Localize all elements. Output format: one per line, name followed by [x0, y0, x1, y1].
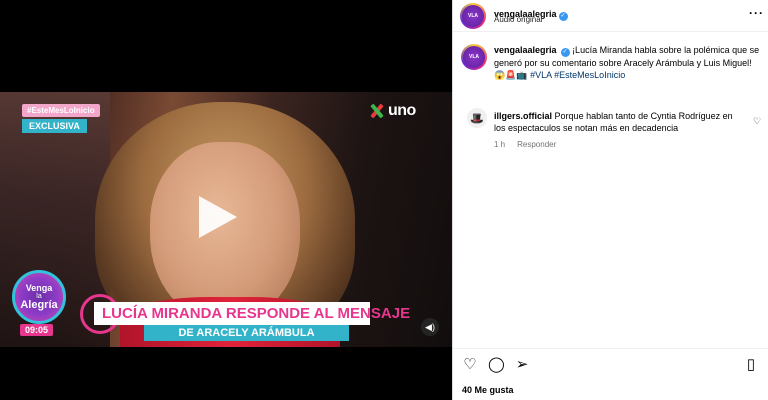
volume-icon[interactable]: ◀) — [421, 318, 439, 336]
play-icon[interactable] — [199, 196, 237, 238]
comment-time: 1 h — [494, 140, 506, 149]
like-heart-icon[interactable]: ♡ — [462, 357, 478, 373]
show-logo: Venga la Alegría — [12, 270, 66, 324]
author-avatar-image: VLA — [462, 5, 484, 27]
hashtag-overlay: #EsteMesLoInicio — [22, 104, 100, 117]
share-send-icon[interactable]: ➢ — [514, 357, 530, 373]
verified-icon: ✓ — [560, 48, 570, 57]
verified-icon: ✓ — [558, 12, 568, 21]
comment-text-block: illgers.official Porque hablan tanto de … — [494, 110, 746, 134]
caption-text-block: vengalaalegria ✓ ¡Lucía Miranda habla sob… — [494, 44, 762, 81]
video-player[interactable]: #EsteMesLoInicio EXCLUSIVA uno Venga la … — [0, 92, 452, 347]
caption-username[interactable]: vengalaalegria — [494, 45, 557, 55]
bookmark-icon[interactable]: ▯ — [743, 357, 759, 373]
comment-meta: 1 h Responder — [494, 140, 556, 149]
comment-like-icon[interactable]: ♡ — [753, 116, 761, 127]
post-header: VLA vengalaalegria ✓ Audio original ··· — [453, 0, 768, 32]
channel-name: uno — [388, 102, 416, 119]
commenter-username[interactable]: illgers.official — [494, 111, 552, 121]
reply-button[interactable]: Responder — [517, 140, 556, 149]
audio-label[interactable]: Audio original — [494, 15, 542, 24]
channel-logo: uno — [368, 102, 416, 120]
caption-avatar-image: VLA — [463, 46, 485, 68]
video-panel: #EsteMesLoInicio EXCLUSIVA uno Venga la … — [0, 0, 452, 400]
lower-third: LUCÍA MIRANDA RESPONDE AL MENSAJE DE ARA… — [80, 294, 410, 341]
commenter-avatar[interactable]: 🎩 — [467, 108, 487, 128]
more-horizontal-icon[interactable]: ··· — [749, 6, 764, 20]
comment-bubble-icon[interactable]: ◯ — [488, 357, 505, 373]
caption-hashtags[interactable]: #VLA #EsteMesLoInicio — [530, 70, 625, 80]
channel-x-icon — [368, 104, 386, 118]
lower-third-subheadline: DE ARACELY ARÁMBULA — [144, 325, 349, 341]
lower-third-headline: LUCÍA MIRANDA RESPONDE AL MENSAJE — [94, 302, 410, 325]
time-badge: 09:05 — [20, 324, 54, 336]
likes-count[interactable]: 40 Me gusta — [462, 385, 514, 395]
exclusive-overlay: EXCLUSIVA — [22, 119, 87, 133]
post-actions: ♡ ◯ ➢ ▯ 40 Me gusta — [453, 348, 768, 400]
author-avatar[interactable]: VLA — [460, 3, 486, 29]
caption-avatar[interactable]: VLA — [461, 44, 487, 70]
show-logo-line1: Venga — [25, 282, 53, 293]
post-panel: VLA vengalaalegria ✓ Audio original ··· V… — [452, 0, 768, 400]
show-logo-line3: Alegría — [20, 298, 58, 311]
